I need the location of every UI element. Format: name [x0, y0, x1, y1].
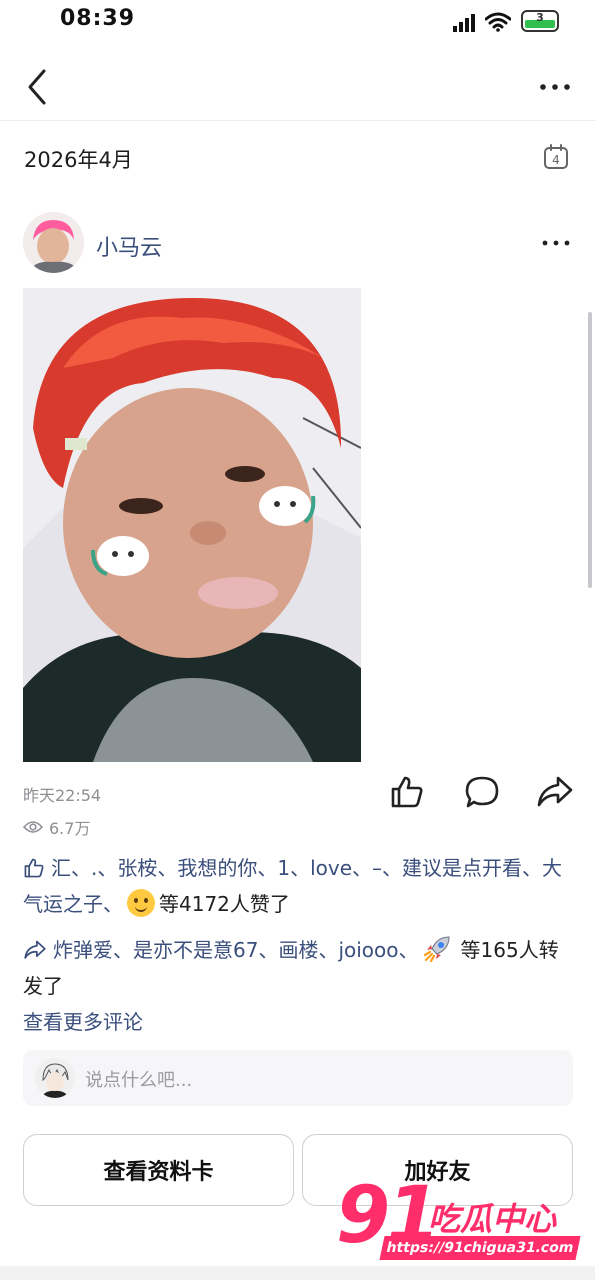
author-avatar[interactable]: [23, 212, 84, 273]
calendar-button[interactable]: 4: [543, 144, 569, 170]
rocket-emoji-icon: [423, 936, 450, 963]
comment-input[interactable]: 说点什么吧...: [23, 1050, 573, 1106]
like-small-icon: [24, 858, 44, 878]
view-profile-card-button[interactable]: 查看资料卡: [23, 1134, 294, 1206]
upside-down-face-emoji-icon: [127, 889, 155, 917]
more-options-icon[interactable]: [537, 75, 573, 99]
month-row: 2026年4月 4: [0, 122, 595, 192]
nav-bar: [0, 55, 595, 121]
home-indicator: [0, 1266, 595, 1280]
battery-icon: 3: [521, 10, 559, 32]
likes-names[interactable]: 汇、.、张桉、我想的你、1、love、–、建议是点开看、大气运之子、: [23, 856, 562, 916]
views-row: 6.7万: [23, 815, 90, 839]
my-avatar: [35, 1058, 75, 1098]
more-comments-link[interactable]: 查看更多评论: [23, 1006, 143, 1035]
post-photo[interactable]: [23, 288, 361, 762]
back-icon[interactable]: [18, 65, 58, 109]
views-count: 6.7万: [49, 819, 91, 838]
share-small-icon: [24, 940, 46, 959]
comment-placeholder: 说点什么吧...: [85, 1070, 193, 1091]
share-icon[interactable]: [536, 774, 574, 810]
like-icon[interactable]: [389, 774, 425, 810]
wifi-icon: [485, 12, 511, 32]
watermark-logo: 91 吃瓜中心 https://91chigua31.com: [336, 1172, 586, 1268]
shares-list[interactable]: 炸弹爱、是亦不是意67、画楼、joiooo、 等165人转发了: [23, 932, 575, 1004]
post-header: 小马云: [0, 208, 595, 278]
eye-icon: [23, 821, 43, 833]
comment-icon[interactable]: [464, 774, 500, 810]
calendar-icon: 4: [544, 144, 568, 169]
month-label: 2026年4月: [24, 148, 133, 172]
post-time: 昨天22:54: [23, 786, 102, 805]
status-icons: 3: [453, 10, 559, 32]
likes-list[interactable]: 汇、.、张桉、我想的你、1、love、–、建议是点开看、大气运之子、 等4172人…: [23, 850, 575, 922]
calendar-day: 4: [552, 153, 560, 167]
watermark-url: https://91chigua31.com: [379, 1236, 581, 1260]
author-name[interactable]: 小马云: [96, 230, 162, 262]
likes-count: 等4172人赞了: [159, 892, 290, 916]
status-bar: 08:39 3: [0, 0, 595, 44]
status-time: 08:39: [60, 6, 136, 31]
battery-level: 3: [536, 11, 544, 24]
scrollbar[interactable]: [588, 312, 592, 588]
post-more-icon[interactable]: [541, 236, 571, 250]
shares-names[interactable]: 炸弹爱、是亦不是意67、画楼、joiooo、: [53, 938, 419, 962]
watermark-text: 吃瓜中心: [428, 1200, 557, 1238]
cellular-signal-icon: [453, 14, 475, 32]
